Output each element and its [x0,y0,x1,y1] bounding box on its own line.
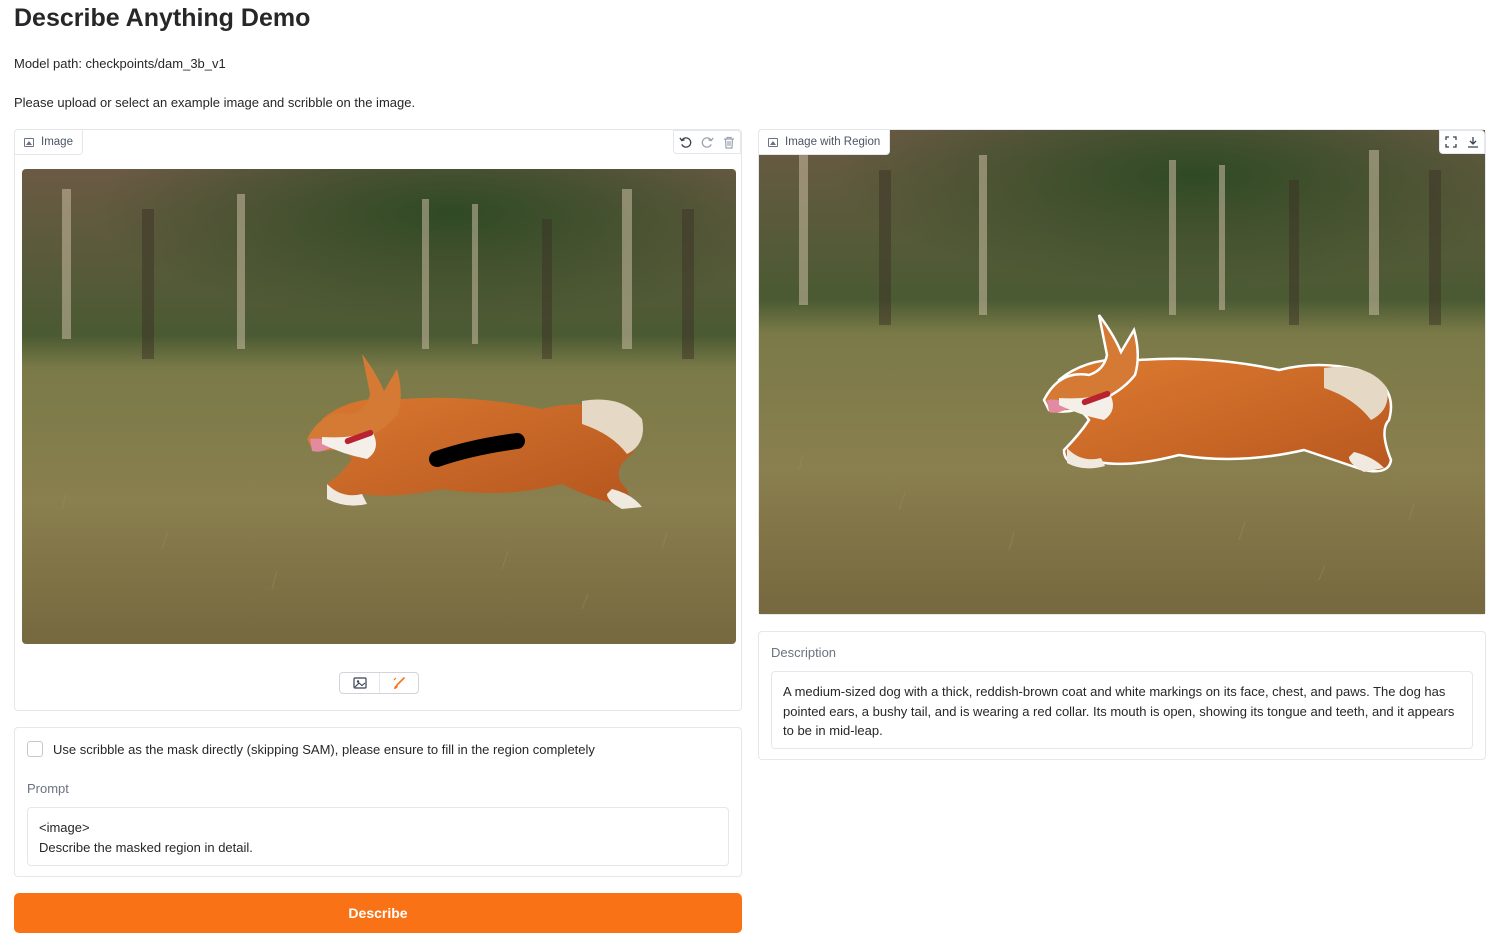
image-icon [24,137,34,147]
editor-toolbar [673,130,741,154]
image-output-tag: Image with Region [758,129,891,155]
page-title: Describe Anything Demo [14,4,311,32]
image-icon [352,677,367,689]
output-image [759,130,1485,614]
brush-mode-button[interactable] [379,673,418,693]
sam-skip-option[interactable]: Use scribble as the mask directly (skipp… [27,741,595,757]
instructions-text: Please upload or select an example image… [14,95,416,110]
prompt-label: Prompt [27,781,69,796]
description-textarea[interactable]: A medium-sized dog with a thick, reddish… [771,671,1473,749]
editor-mode-switch [339,672,419,694]
prompt-textarea[interactable]: <image> Describe the masked region in de… [27,807,729,866]
image-input-label: Image [41,136,73,148]
model-path-text: Model path: checkpoints/dam_3b_v1 [14,56,226,71]
describe-button[interactable]: Describe [14,893,742,933]
image-output-label: Image with Region [785,136,881,148]
image-icon [768,137,778,147]
sam-skip-checkbox[interactable] [27,741,43,757]
trash-icon[interactable] [718,131,740,153]
brush-icon [393,677,405,689]
output-toolbar [1439,130,1485,154]
description-panel: Description A medium-sized dog with a th… [758,631,1486,760]
image-input-tag: Image [14,129,83,155]
download-icon[interactable] [1462,131,1484,153]
image-output-panel: Image with Region [758,129,1486,615]
image-mode-button[interactable] [340,673,379,693]
input-image-canvas[interactable] [22,169,736,644]
redo-icon[interactable] [696,131,718,153]
image-input-panel: Image [14,129,742,711]
fullscreen-icon[interactable] [1440,131,1462,153]
sam-skip-label: Use scribble as the mask directly (skipp… [53,741,595,757]
prompt-panel: Use scribble as the mask directly (skipp… [14,727,742,877]
undo-icon[interactable] [674,131,696,153]
description-label: Description [771,645,837,660]
